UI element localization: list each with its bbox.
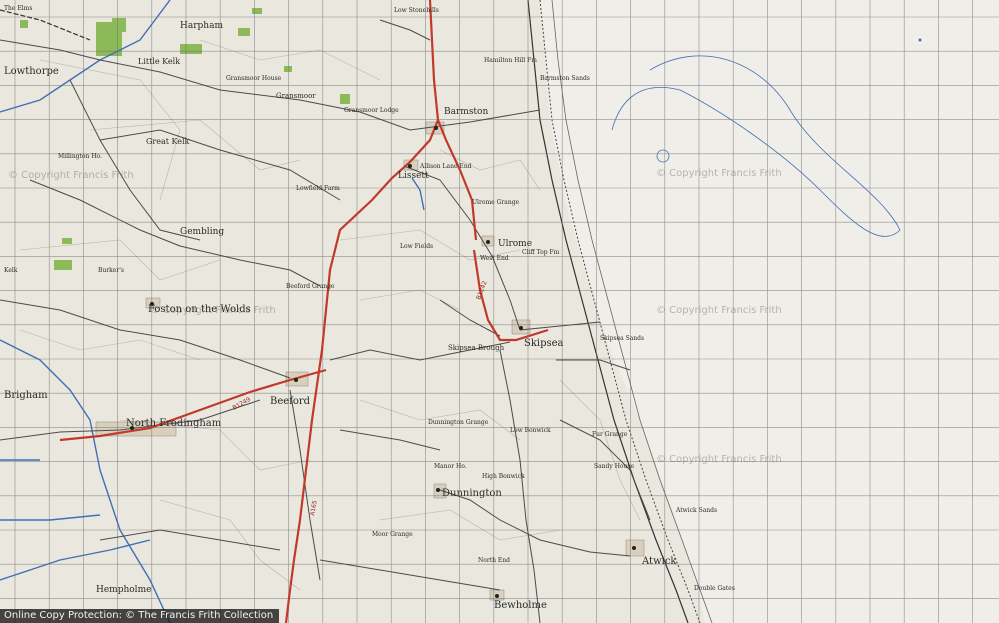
label-low-fields: Low Fields: [400, 243, 433, 250]
label-kelk: Kelk: [4, 267, 18, 274]
label-gransmoor: Gransmoor: [276, 92, 316, 100]
label-little-kelk: Little Kelk: [138, 57, 180, 66]
label-harpham: Harpham: [180, 21, 223, 31]
watermark-text: © Copyright Francis Frith: [656, 168, 782, 179]
label-burkers: Burker's: [98, 267, 124, 274]
label-great-kelk: Great Kelk: [146, 137, 190, 146]
label-ulrome-grange: Ulrome Grange: [472, 199, 520, 206]
label-beeford: Beeford: [270, 396, 311, 407]
label-hamilton: Hamilton Hill Fm: [484, 57, 537, 64]
label-lowthorpe: Lowthorpe: [4, 66, 59, 77]
watermark-text: © Copyright Francis Frith: [656, 305, 782, 316]
label-manor-ho: Manor Ho.: [434, 463, 467, 470]
label-low-bonwick: Low Bonwick: [510, 427, 551, 434]
label-beeford-grange: Beeford Grange: [286, 283, 335, 290]
label-lissett: Lissett: [398, 171, 429, 181]
label-sandy-house: Sandy House: [594, 463, 634, 470]
label-allison-lane: Allison Lane End: [419, 163, 472, 170]
watermark-text: © Copyright Francis Frith: [8, 170, 134, 181]
label-gembling: Gembling: [180, 227, 224, 237]
label-ulrome: Ulrome: [498, 239, 532, 249]
label-gransmoor-ho: Gransmoor House: [226, 75, 282, 82]
watermark-text: © Copyright Francis Frith: [150, 305, 276, 316]
label-cliff-top: Cliff Top Fm: [522, 249, 560, 256]
label-skipsea: Skipsea: [524, 338, 564, 349]
label-brigham: Brigham: [4, 390, 48, 401]
label-hempholme: Hempholme: [96, 585, 151, 595]
watermark-text: © Copyright Francis Frith: [656, 454, 782, 465]
label-bewholme: Bewholme: [494, 600, 547, 611]
map-canvas[interactable]: Lowthorpe Little Kelk Harpham Great Kelk…: [0, 0, 999, 623]
label-stonehills: Low Stonehills: [394, 7, 439, 14]
label-west-end: West End: [480, 255, 509, 262]
label-atwick-sands: Atwick Sands: [675, 507, 717, 514]
label-brough: Skipsea Brough: [448, 344, 505, 352]
copy-protection-footer: Online Copy Protection: © The Francis Fr…: [0, 609, 280, 623]
label-double-gates: Double Gates: [694, 585, 735, 592]
label-barmston: Barmston: [444, 107, 488, 117]
label-dunnington: Dunnington: [442, 488, 502, 499]
label-moor-grange: Moor Grange: [372, 531, 413, 538]
depth-point: [918, 38, 922, 42]
label-dunnington-grange: Dunnington Grange: [428, 419, 489, 426]
label-gransmoor-lodge: Gransmoor Lodge: [344, 107, 399, 114]
label-north-frodingham: North Frodingham: [126, 418, 222, 429]
label-north-end: North End: [478, 557, 510, 564]
label-atwick: Atwick: [641, 556, 677, 567]
label-high-bonwick: High Bonwick: [482, 473, 525, 480]
label-elms: The Elms: [4, 5, 32, 12]
label-skipsea-sands: Skipsea Sands: [600, 335, 644, 342]
label-millington: Millington Ho.: [58, 153, 102, 160]
label-barmston-sands: Barmston Sands: [540, 75, 590, 82]
label-lowfield: Lowfield Farm: [296, 185, 340, 192]
label-fur-grange: Fur Grange: [592, 431, 628, 438]
